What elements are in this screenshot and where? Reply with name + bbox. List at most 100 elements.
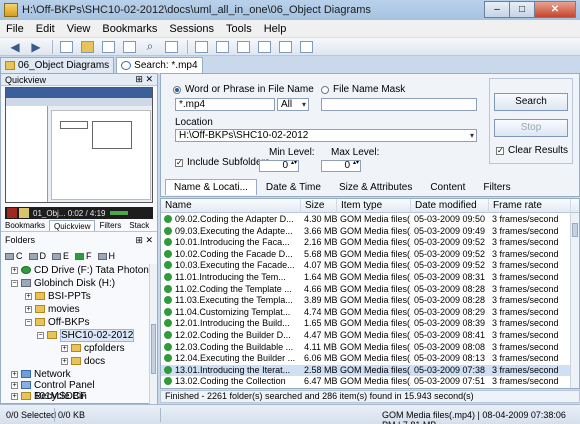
- volume-bar[interactable]: [109, 211, 128, 215]
- col-size[interactable]: Size: [301, 199, 337, 213]
- table-row[interactable]: 12.03.Coding the Buildable ... 4.11 MB GOM…: [161, 342, 571, 353]
- stop-icon[interactable]: [7, 208, 17, 218]
- clear-results-checkbox[interactable]: ✓ Clear Results: [496, 145, 568, 156]
- table-row[interactable]: 13.01.Introducing the Iterat... 2.58 MB GO…: [161, 364, 571, 376]
- tab-search[interactable]: Search: *.mp4: [116, 57, 203, 73]
- tree-item[interactable]: + BSI-PPTs: [25, 290, 91, 302]
- table-cell: 12.02.Coding the Builder D...: [161, 330, 301, 341]
- search-icon[interactable]: ⌕: [141, 39, 159, 55]
- match-select[interactable]: All ▾: [277, 98, 309, 111]
- drive-f[interactable]: F: [75, 251, 92, 261]
- forward-arrow-icon[interactable]: ▶: [27, 39, 45, 55]
- view-details-icon[interactable]: [192, 39, 210, 55]
- tab-filters[interactable]: Filters: [474, 179, 519, 195]
- stop-button[interactable]: Stop: [494, 119, 568, 137]
- table-row[interactable]: 10.02.Coding the Facade D... 5.68 MB GOM M…: [161, 249, 571, 260]
- toolbar: ◀ ▶ ⌕: [0, 38, 580, 56]
- table-row[interactable]: 09.02.Coding the Adapter D... 4.30 MB GOM …: [161, 214, 571, 225]
- drive-h[interactable]: H: [97, 251, 115, 261]
- tree-item[interactable]: + movies: [25, 303, 80, 315]
- tab-date-time[interactable]: Date & Time: [257, 179, 330, 195]
- col-item-type[interactable]: Item type: [337, 199, 411, 213]
- close-button[interactable]: ✕: [534, 1, 576, 18]
- maximize-button[interactable]: □: [509, 1, 535, 18]
- paste-icon[interactable]: [120, 39, 138, 55]
- menu-sessions[interactable]: Sessions: [163, 23, 220, 35]
- pane-close-icon[interactable]: ⊞ ✕: [135, 74, 153, 85]
- table-row[interactable]: 12.02.Coding the Builder D... 4.47 MB GOM …: [161, 330, 571, 341]
- tree-item[interactable]: − Off-BKPs: [25, 316, 90, 328]
- filter-icon[interactable]: [162, 39, 180, 55]
- minimize-button[interactable]: –: [484, 1, 510, 18]
- up-folder-icon[interactable]: [57, 39, 75, 55]
- tree-item[interactable]: +101MSDCF: [11, 390, 86, 402]
- table-row[interactable]: 11.03.Executing the Templa... 3.89 MB GOM …: [161, 295, 571, 306]
- pause-icon[interactable]: [19, 208, 29, 218]
- search-button[interactable]: Search: [494, 93, 568, 111]
- tree-item[interactable]: + cpfolders: [61, 342, 125, 354]
- search-tabs: Name & Locati... Date & Time Size & Attr…: [165, 179, 577, 195]
- results-scrollbar[interactable]: [570, 213, 579, 388]
- menu-tools[interactable]: Tools: [220, 23, 258, 35]
- menu-edit[interactable]: Edit: [30, 23, 61, 35]
- tab-quickview[interactable]: Quickview: [49, 220, 96, 231]
- table-cell: 3 frames/second: [492, 353, 559, 364]
- mask-input[interactable]: [321, 98, 477, 111]
- layout-icon[interactable]: [297, 39, 315, 55]
- tab-size-attributes[interactable]: Size & Attributes: [330, 179, 421, 195]
- mode-mask-radio[interactable]: File Name Mask: [321, 84, 405, 95]
- view-thumbnails-icon[interactable]: [276, 39, 294, 55]
- table-cell: 05-03-2009 07:51: [414, 376, 486, 387]
- drive-c[interactable]: C: [5, 251, 23, 261]
- tree-item[interactable]: + docs: [61, 355, 105, 367]
- menu-view[interactable]: View: [61, 23, 97, 35]
- folder-icon[interactable]: [78, 39, 96, 55]
- tab-stack[interactable]: Stack: [125, 220, 153, 231]
- menu-file[interactable]: File: [0, 23, 30, 35]
- pane-close-icon[interactable]: ⊞ ✕: [135, 235, 153, 247]
- table-row[interactable]: 12.04.Executing the Builder ... 6.06 MB GO…: [161, 353, 571, 364]
- tree-item[interactable]: − Globinch Disk (H:): [11, 277, 115, 289]
- tab-filters[interactable]: Filters: [95, 220, 125, 231]
- menu-bookmarks[interactable]: Bookmarks: [96, 23, 163, 35]
- table-row[interactable]: 10.01.Introducing the Faca... 2.16 MB GOM …: [161, 237, 571, 248]
- table-cell: 2.58 MB: [304, 364, 337, 375]
- table-row[interactable]: 12.01.Introducing the Build... 1.65 MB GOM…: [161, 318, 571, 329]
- table-row[interactable]: 10.03.Executing the Facade... 4.07 MB GOM …: [161, 260, 571, 271]
- view-list-icon[interactable]: [213, 39, 231, 55]
- tree-item-selected[interactable]: − SHC10-02-2012: [37, 328, 135, 342]
- folder-tree-scrollbar[interactable]: [149, 264, 157, 404]
- tree-item[interactable]: + CD Drive (F:) Tata Photon+: [11, 264, 155, 276]
- back-arrow-icon[interactable]: ◀: [6, 39, 24, 55]
- table-row[interactable]: 11.02.Coding the Template ... 4.66 MB GOM …: [161, 284, 571, 295]
- table-row[interactable]: 09.03.Executing the Adapte... 3.66 MB GOM …: [161, 226, 571, 237]
- folder-icon: [71, 344, 81, 352]
- view-icons-icon[interactable]: [255, 39, 273, 55]
- tab-object-diagrams[interactable]: 06_Object Diagrams: [0, 57, 115, 73]
- folder-icon: [5, 61, 15, 70]
- view-tiles-icon[interactable]: [234, 39, 252, 55]
- table-cell: 10.01.Introducing the Faca...: [161, 237, 301, 248]
- table-row[interactable]: 11.04.Customizing Templat... 4.74 MB GOM M…: [161, 307, 571, 318]
- table-row[interactable]: 11.01.Introducing the Tem... 1.64 MB GOM M…: [161, 272, 571, 283]
- drive-e[interactable]: E: [52, 251, 69, 261]
- mode-word-radio[interactable]: Word or Phrase in File Name: [173, 84, 314, 95]
- location-input[interactable]: H:\Off-BKPs\SHC10-02-2012 ▾: [175, 129, 477, 142]
- tab-content[interactable]: Content: [421, 179, 474, 195]
- max-level-stepper[interactable]: 0: [321, 160, 361, 172]
- table-cell: 13.01.Introducing the Iterat...: [161, 365, 301, 376]
- query-input[interactable]: *.mp4: [175, 98, 275, 111]
- player-position: 01_Obj... 0:02 / 4:19: [33, 208, 106, 218]
- copy-icon[interactable]: [99, 39, 117, 55]
- drive-d[interactable]: D: [28, 251, 46, 261]
- include-subfolders-checkbox[interactable]: ✓ Include Subfolders: [175, 157, 270, 168]
- table-row[interactable]: 13.02.Coding the Collection 6.47 MB GOM Me…: [161, 376, 571, 387]
- menu-help[interactable]: Help: [258, 23, 293, 35]
- col-frame-rate[interactable]: Frame rate: [489, 199, 571, 213]
- min-level-label: Min Level:: [269, 147, 315, 158]
- tab-bookmarks[interactable]: Bookmarks: [1, 220, 49, 231]
- tab-name-location[interactable]: Name & Locati...: [165, 179, 257, 195]
- min-level-stepper[interactable]: 0: [259, 160, 299, 172]
- col-name[interactable]: Name: [161, 199, 301, 213]
- col-date-modified[interactable]: Date modified: [411, 199, 489, 213]
